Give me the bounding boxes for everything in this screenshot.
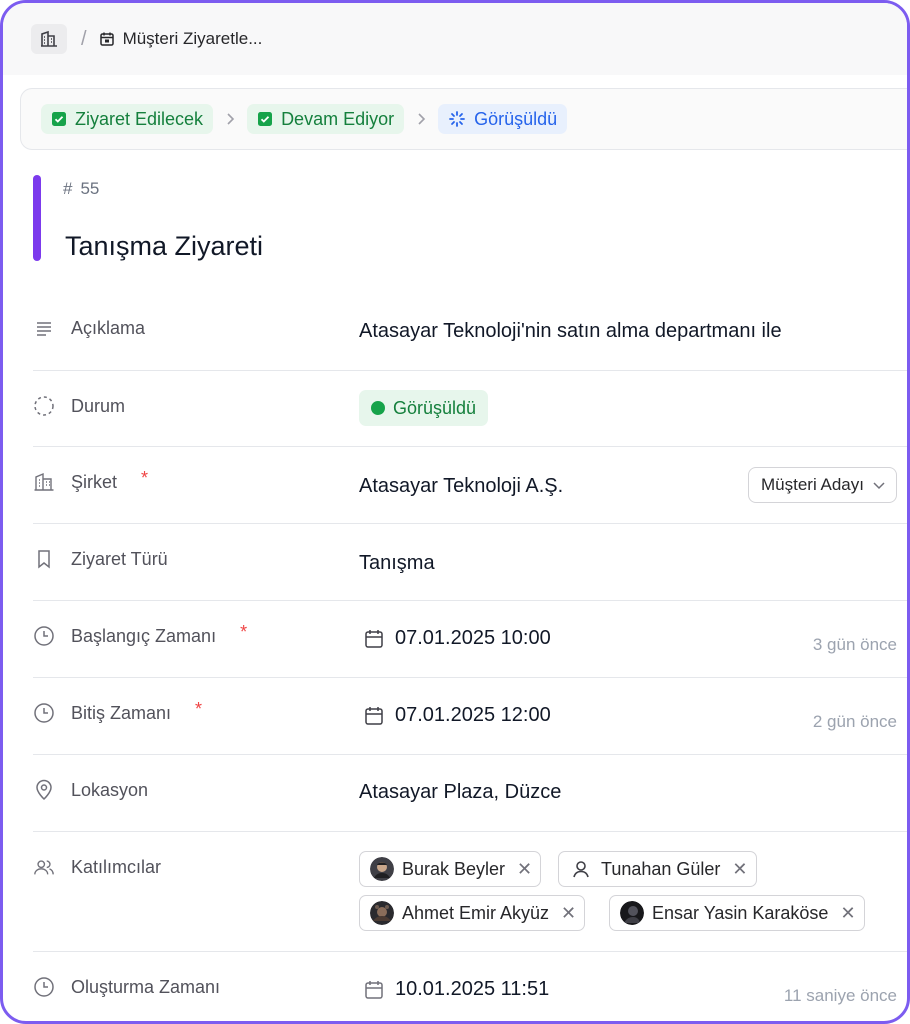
- remove-participant-icon[interactable]: ✕: [732, 859, 747, 880]
- avatar: [370, 901, 394, 925]
- stage-gorusuldu[interactable]: Görüşüldü: [438, 104, 568, 134]
- chevron-right-icon: [225, 112, 235, 126]
- field-end-time: Bitiş Zamanı * 07.01.2025 12:00 2 gün ön…: [33, 678, 907, 755]
- field-visit-type: Ziyaret Türü Tanışma: [33, 524, 907, 601]
- stage-ziyaret-edilecek[interactable]: Ziyaret Edilecek: [41, 104, 214, 134]
- stage-label: Devam Ediyor: [281, 108, 395, 129]
- user-icon: [569, 857, 593, 881]
- participant-chip[interactable]: Ensar Yasin Karaköse ✕: [609, 895, 865, 931]
- location-value[interactable]: Atasayar Plaza, Düzce: [359, 781, 561, 804]
- created-at-relative: 11 saniye önce: [783, 986, 897, 1005]
- stage-bar: Ziyaret Edilecek Devam Ediyor Görüşüldü: [20, 88, 907, 150]
- field-label: Bitiş Zamanı *: [33, 698, 203, 724]
- field-label: Lokasyon: [33, 779, 148, 801]
- record-title[interactable]: Tanışma Ziyareti: [65, 231, 263, 262]
- field-label: Açıklama: [33, 317, 145, 339]
- record-id: # 55: [63, 179, 99, 199]
- required-marker: *: [195, 698, 203, 719]
- building-icon: [33, 471, 55, 493]
- hash-icon: #: [63, 179, 73, 198]
- created-at-value: 10.01.2025 11:51: [363, 978, 549, 1001]
- calendar-icon: [365, 980, 383, 999]
- field-label: Şirket *: [33, 467, 149, 493]
- breadcrumb-current-label: Müşteri Ziyaretle...: [122, 29, 263, 48]
- remove-participant-icon[interactable]: ✕: [517, 859, 532, 880]
- chevron-right-icon: [416, 112, 426, 126]
- users-icon: [33, 856, 55, 878]
- text-lines-icon: [33, 317, 55, 339]
- stage-devam-ediyor[interactable]: Devam Ediyor: [247, 104, 405, 134]
- remove-participant-icon[interactable]: ✕: [561, 903, 576, 924]
- clock-icon: [33, 625, 55, 647]
- field-start-time: Başlangıç Zamanı * 07.01.2025 10:00 3 gü…: [33, 601, 907, 678]
- stage-label: Görüşüldü: [474, 108, 558, 129]
- field-participants: Katılımcılar Burak Beyler ✕ Tunahan Güle…: [33, 832, 907, 952]
- field-description: Açıklama Atasayar Teknoloji'nin satın al…: [33, 293, 907, 371]
- record-panel: / Müşteri Ziyaretle... Ziyaret Edilecek …: [0, 0, 910, 1024]
- avatar: [370, 857, 394, 881]
- remove-participant-icon[interactable]: ✕: [840, 903, 855, 924]
- clock-icon: [33, 702, 55, 724]
- field-label: Başlangıç Zamanı *: [33, 621, 248, 647]
- field-label: Durum: [33, 395, 125, 417]
- check-square-icon: [52, 112, 66, 126]
- loader-icon: [449, 111, 466, 127]
- field-created-at: Oluşturma Zamanı 10.01.2025 11:51 11 san…: [33, 952, 907, 1021]
- calendar-icon: [365, 629, 383, 648]
- building-icon: [41, 30, 57, 47]
- breadcrumb: / Müşteri Ziyaretle...: [3, 3, 907, 75]
- check-square-icon: [258, 112, 273, 126]
- participant-name: Tunahan Güler: [601, 858, 721, 879]
- record-id-value: 55: [80, 179, 100, 198]
- calendar-icon: [365, 706, 383, 725]
- stage-label: Ziyaret Edilecek: [75, 108, 204, 129]
- bookmark-icon: [33, 548, 55, 570]
- field-location: Lokasyon Atasayar Plaza, Düzce: [33, 755, 907, 832]
- start-time-relative: 3 gün önce: [812, 635, 897, 654]
- field-label: Katılımcılar: [33, 856, 161, 878]
- required-marker: *: [240, 621, 248, 642]
- avatar: [620, 901, 644, 925]
- breadcrumb-current[interactable]: Müşteri Ziyaretle...: [99, 29, 263, 49]
- company-value[interactable]: Atasayar Teknoloji A.Ş.: [359, 475, 563, 498]
- breadcrumb-separator: /: [81, 27, 87, 50]
- clock-icon: [33, 976, 55, 998]
- company-type-select[interactable]: Müşteri Adayı: [748, 467, 897, 503]
- visit-type-value[interactable]: Tanışma: [359, 552, 435, 575]
- participant-chip[interactable]: Tunahan Güler ✕: [558, 851, 757, 887]
- end-time-value[interactable]: 07.01.2025 12:00: [363, 704, 551, 727]
- calendar-icon: [99, 32, 114, 46]
- participant-name: Ensar Yasin Karaköse: [652, 902, 829, 923]
- start-time-value[interactable]: 07.01.2025 10:00: [363, 627, 551, 650]
- chevron-down-icon: [873, 482, 885, 490]
- description-value[interactable]: Atasayar Teknoloji'nin satın alma depart…: [359, 320, 782, 343]
- accent-bar: [33, 175, 41, 261]
- end-time-relative: 2 gün önce: [812, 712, 897, 731]
- participant-name: Ahmet Emir Akyüz: [402, 902, 550, 923]
- map-pin-icon: [33, 779, 55, 801]
- participant-chip[interactable]: Ahmet Emir Akyüz ✕: [359, 895, 586, 931]
- field-label: Ziyaret Türü: [33, 548, 168, 570]
- status-badge[interactable]: Görüşüldü: [359, 390, 489, 426]
- status-dot-icon: [371, 401, 385, 415]
- field-label: Oluşturma Zamanı: [33, 976, 220, 998]
- home-button[interactable]: [31, 24, 67, 54]
- participant-chip[interactable]: Burak Beyler ✕: [359, 851, 542, 887]
- required-marker: *: [141, 467, 149, 488]
- dashed-circle-icon: [33, 395, 55, 417]
- participant-name: Burak Beyler: [402, 858, 506, 879]
